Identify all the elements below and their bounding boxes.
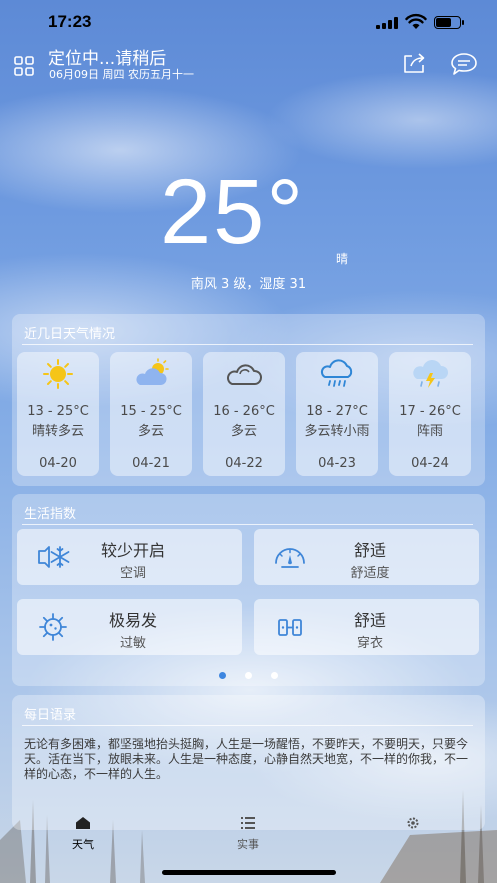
tab-label: 实事 (237, 838, 259, 851)
share-icon[interactable] (402, 52, 426, 74)
wifi-icon (405, 13, 427, 29)
wind-humidity: 南风 3 级，湿度 31 (190, 277, 307, 292)
life-index-label: 穿衣 (356, 636, 383, 651)
life-index-title: 生活指数 (24, 507, 77, 522)
daily-quote-text: 无论有多困难，都坚强地抬头挺胸，人生是一场醒悟，不要昨天，不要明天，只要今天。活… (24, 737, 469, 781)
forecast-title: 近几日天气情况 (24, 327, 116, 342)
status-bar: 17:23 (0, 0, 497, 46)
life-index-label: 过敏 (119, 636, 146, 651)
life-index-card[interactable]: 极易发 过敏 (17, 599, 242, 655)
header: 定位中...请稍后 06月09日 周四 农历五月十一 (0, 44, 497, 88)
home-icon (76, 817, 90, 829)
forecast-date: 04-20 (39, 456, 77, 471)
forecast-description: 晴转多云 (31, 424, 84, 439)
forecast-day-card[interactable]: 17 - 26°C 阵雨 04-24 (389, 352, 471, 476)
rain-icon (320, 359, 353, 387)
chat-icon[interactable] (450, 52, 478, 76)
settings-icon (407, 817, 419, 829)
thunder-shower-icon (413, 359, 449, 388)
forecast-temp-range: 15 - 25°C (120, 404, 182, 419)
home-indicator (162, 870, 336, 875)
page-dot[interactable] (218, 672, 226, 679)
tab-settings[interactable] (383, 812, 443, 836)
forecast-day-card[interactable]: 18 - 27°C 多云转小雨 04-23 (296, 352, 378, 476)
tab-label: 天气 (72, 838, 94, 851)
clothing-icon (278, 619, 302, 636)
current-temperature: 25° (160, 161, 306, 263)
allergy-virus-icon (39, 613, 67, 641)
forecast-description: 多云转小雨 (304, 424, 370, 439)
page-indicator[interactable] (12, 664, 485, 683)
life-index-label: 舒适度 (350, 566, 390, 581)
cellular-signal-icon (376, 17, 398, 29)
life-index-value: 极易发 (108, 611, 157, 630)
forecast-date: 04-21 (132, 456, 170, 471)
tab-news[interactable]: 实事 (218, 812, 278, 852)
status-time: 17:23 (48, 12, 92, 31)
divider (22, 725, 473, 726)
forecast-day-card[interactable]: 16 - 26°C 多云 04-22 (203, 352, 285, 476)
forecast-temp-range: 13 - 25°C (27, 404, 89, 419)
forecast-day-card[interactable]: 15 - 25°C 多云 04-21 (110, 352, 192, 476)
divider (22, 524, 473, 525)
forecast-temp-range: 17 - 26°C (399, 404, 461, 419)
list-icon (241, 817, 255, 829)
battery-icon (434, 16, 464, 29)
forecast-date: 04-23 (318, 456, 356, 471)
city-grid-icon[interactable] (14, 56, 34, 76)
daily-quote-title: 每日语录 (24, 708, 77, 723)
cloud-icon (227, 364, 262, 385)
air-conditioner-icon (38, 546, 70, 568)
divider (22, 344, 473, 345)
forecast-day-card[interactable]: 13 - 25°C 晴转多云 04-20 (17, 352, 99, 476)
life-index-value: 舒适 (353, 611, 386, 630)
page-dot[interactable] (245, 672, 252, 679)
life-index-value: 舒适 (353, 541, 386, 560)
tab-weather[interactable]: 天气 (53, 812, 113, 852)
forecast-panel: 近几日天气情况 13 - 25°C 晴转多云 04-20 15 - 25°C 多… (12, 314, 485, 486)
forecast-temp-range: 16 - 26°C (213, 404, 275, 419)
tab-bar: 天气 实事 (0, 812, 497, 860)
life-index-card[interactable]: 舒适 舒适度 (254, 529, 479, 585)
partly-cloudy-icon (136, 358, 169, 385)
page-dot[interactable] (271, 672, 279, 679)
life-index-value: 较少开启 (100, 541, 165, 560)
forecast-temp-range: 18 - 27°C (306, 404, 368, 419)
date-line: 06月09日 周四 农历五月十一 (49, 68, 194, 81)
forecast-date: 04-22 (225, 456, 263, 471)
forecast-description: 多云 (230, 424, 257, 439)
life-index-label: 空调 (119, 566, 146, 581)
daily-quote-panel: 每日语录 无论有多困难，都坚强地抬头挺胸，人生是一场醒悟，不要昨天，不要明天，只… (12, 695, 485, 830)
current-condition: 晴 (336, 252, 349, 266)
gauge-icon (275, 548, 305, 568)
forecast-description: 多云 (137, 424, 164, 439)
forecast-description: 阵雨 (416, 424, 443, 439)
life-index-card[interactable]: 较少开启 空调 (17, 529, 242, 585)
sun-icon (43, 359, 73, 389)
forecast-date: 04-24 (411, 456, 449, 471)
life-index-panel: 生活指数 较少开启 空调 舒适 舒适度 极易发 过敏 舒适 穿衣 (12, 494, 485, 686)
life-index-card[interactable]: 舒适 穿衣 (254, 599, 479, 655)
